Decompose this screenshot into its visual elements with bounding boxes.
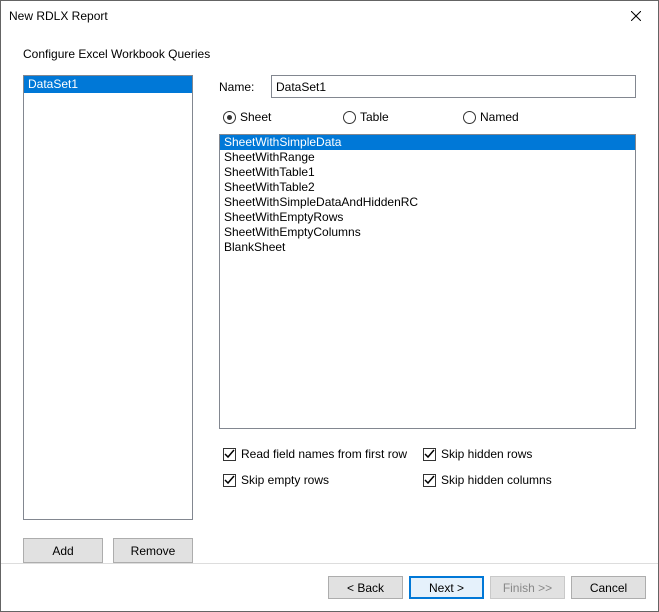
checkbox-icon (223, 448, 236, 461)
footer: < Back Next > Finish >> Cancel (1, 563, 658, 611)
titlebar: New RDLX Report (1, 1, 658, 31)
radio-label: Named (480, 110, 519, 124)
content-area: Configure Excel Workbook Queries DataSet… (1, 31, 658, 563)
page-heading: Configure Excel Workbook Queries (23, 47, 636, 61)
type-radio-sheet[interactable]: Sheet (223, 110, 343, 124)
list-item[interactable]: SheetWithTable1 (220, 165, 635, 180)
list-item[interactable]: SheetWithEmptyRows (220, 210, 635, 225)
checkbox-icon (423, 448, 436, 461)
list-item[interactable]: SheetWithSimpleDataAndHiddenRC (220, 195, 635, 210)
back-button[interactable]: < Back (328, 576, 403, 599)
checkbox-label: Skip empty rows (241, 473, 329, 487)
options-grid: Read field names from first row Skip hid… (219, 447, 636, 487)
add-button[interactable]: Add (23, 538, 103, 563)
checkbox-label: Read field names from first row (241, 447, 407, 461)
list-item[interactable]: SheetWithEmptyColumns (220, 225, 635, 240)
finish-button: Finish >> (490, 576, 565, 599)
radio-icon (463, 111, 476, 124)
datasets-listbox[interactable]: DataSet1 (23, 75, 193, 520)
right-column: Name: Sheet Table Named SheetWithSimpleDat… (219, 75, 636, 563)
radio-label: Sheet (240, 110, 271, 124)
remove-button[interactable]: Remove (113, 538, 193, 563)
cancel-button[interactable]: Cancel (571, 576, 646, 599)
radio-icon (343, 111, 356, 124)
list-item[interactable]: SheetWithSimpleData (220, 135, 635, 150)
list-item[interactable]: SheetWithRange (220, 150, 635, 165)
main-row: DataSet1 Add Remove Name: SheetTableName… (23, 75, 636, 563)
skip-hidden-rows-checkbox[interactable]: Skip hidden rows (423, 447, 623, 461)
close-icon (631, 11, 641, 21)
checkbox-icon (423, 474, 436, 487)
list-item[interactable]: BlankSheet (220, 240, 635, 255)
close-button[interactable] (613, 2, 658, 31)
type-radio-named[interactable]: Named (463, 110, 583, 124)
skip-hidden-columns-checkbox[interactable]: Skip hidden columns (423, 473, 623, 487)
skip-empty-rows-checkbox[interactable]: Skip empty rows (223, 473, 423, 487)
checkbox-label: Skip hidden rows (441, 447, 532, 461)
type-radio-row: Sheet Table Named (219, 110, 636, 124)
name-label: Name: (219, 80, 271, 94)
type-radio-table[interactable]: Table (343, 110, 463, 124)
name-row: Name: (219, 75, 636, 98)
left-column: DataSet1 Add Remove (23, 75, 193, 563)
checkbox-icon (223, 474, 236, 487)
list-item[interactable]: SheetWithTable2 (220, 180, 635, 195)
radio-label: Table (360, 110, 389, 124)
checkbox-label: Skip hidden columns (441, 473, 552, 487)
name-input[interactable] (271, 75, 636, 98)
next-button[interactable]: Next > (409, 576, 484, 599)
radio-icon (223, 111, 236, 124)
read-first-row-checkbox[interactable]: Read field names from first row (223, 447, 423, 461)
sheets-listbox[interactable]: SheetWithSimpleDataSheetWithRangeSheetWi… (219, 134, 636, 429)
window-title: New RDLX Report (9, 9, 108, 23)
list-item[interactable]: DataSet1 (24, 76, 192, 93)
dialog-window: New RDLX Report Configure Excel Workbook… (0, 0, 659, 612)
dataset-buttons: Add Remove (23, 538, 193, 563)
